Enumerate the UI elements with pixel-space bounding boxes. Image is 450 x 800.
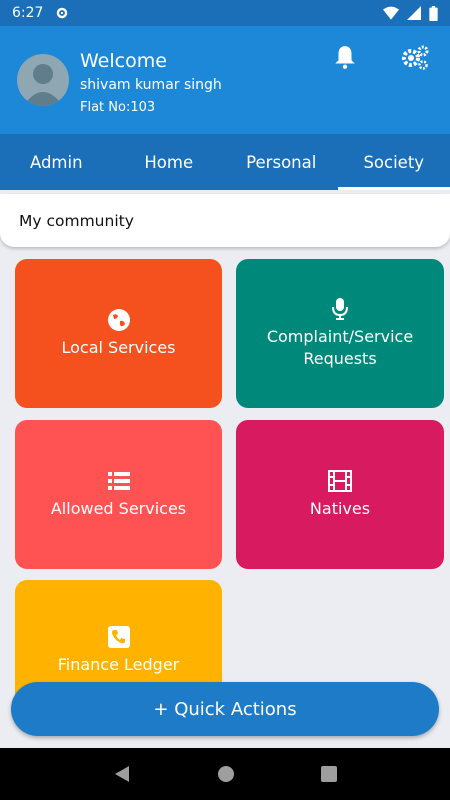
welcome-text: Welcome [80, 50, 167, 72]
avatar[interactable] [17, 54, 69, 106]
local-services-tile[interactable]: Local Services [15, 259, 222, 408]
natives-tile[interactable]: Natives [236, 420, 444, 569]
quick-actions-button[interactable]: + Quick Actions [11, 682, 439, 736]
complaint-service-requests-label: Complaint/Service Requests [266, 327, 414, 368]
tab-personal[interactable]: Personal [225, 134, 338, 190]
complaint-service-requests-tile[interactable]: Complaint/Service Requests [236, 259, 444, 408]
tab-society[interactable]: Society [337, 134, 450, 190]
tab-home[interactable]: Home [113, 134, 226, 190]
microphone-icon [332, 298, 348, 320]
flat-number: Flat No:103 [80, 100, 156, 115]
signal-icon [407, 6, 421, 20]
finance-ledger-label: Finance Ledger [57, 655, 180, 674]
recents-icon[interactable] [321, 766, 337, 782]
tab-bar: Admin Home Personal Society [0, 134, 450, 190]
status-bar: 6:27 [0, 0, 450, 26]
film-icon [328, 470, 352, 492]
settings-icon [57, 7, 68, 19]
status-time: 6:27 [12, 5, 44, 21]
globe-icon [107, 309, 130, 331]
battery-icon [429, 5, 438, 21]
my-community-label: My community [19, 211, 134, 230]
wifi-icon [383, 6, 399, 20]
system-nav-bar [0, 748, 450, 800]
home-icon[interactable] [217, 765, 235, 783]
bell-icon[interactable] [332, 44, 358, 70]
back-icon[interactable] [113, 765, 131, 783]
phone-icon [107, 626, 130, 648]
gear-icon[interactable] [400, 44, 430, 70]
list-icon [107, 472, 130, 490]
local-services-label: Local Services [61, 338, 176, 357]
natives-label: Natives [309, 499, 371, 518]
user-name: shivam kumar singh [80, 77, 222, 93]
tab-admin[interactable]: Admin [0, 134, 113, 190]
allowed-services-tile[interactable]: Allowed Services [15, 420, 222, 569]
allowed-services-label: Allowed Services [50, 499, 187, 518]
my-community-card[interactable]: My community [0, 194, 450, 247]
profile-header: Welcome shivam kumar singh Flat No:103 [0, 26, 450, 134]
